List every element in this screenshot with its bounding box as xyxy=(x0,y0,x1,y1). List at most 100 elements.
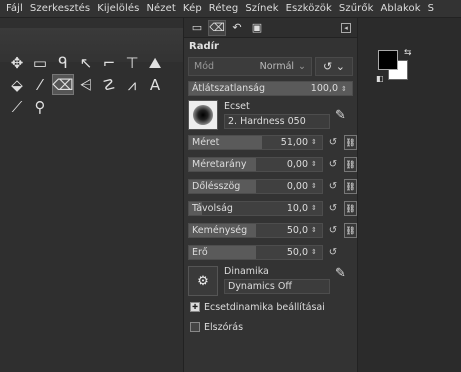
expand-icon[interactable]: ✚ xyxy=(190,302,200,312)
reset-icon[interactable]: ↺ xyxy=(326,203,340,214)
brush-col: Ecset 2. Hardness 050 xyxy=(224,101,330,129)
brush-preview[interactable] xyxy=(188,100,218,130)
opacity-slider[interactable]: Átlátszatlanság 100,0 ⇕ xyxy=(188,81,353,96)
rect-select-icon[interactable]: ▭ xyxy=(29,52,51,73)
zoom-icon[interactable]: ⚲ xyxy=(29,96,51,117)
prop-row: Távolság 10,0 ⇕ ↺ ⛓ xyxy=(184,198,357,218)
eraser-icon[interactable]: ⌫ xyxy=(52,74,74,95)
scatter-checkbox[interactable] xyxy=(190,322,200,332)
tab-images-icon[interactable]: ▣ xyxy=(248,20,266,36)
prop-slider[interactable]: Erő 50,0 ⇕ xyxy=(188,244,323,260)
mode-value: Normál xyxy=(259,60,295,72)
dynamics-col: Dinamika Dynamics Off xyxy=(224,266,330,294)
menu-item[interactable]: Réteg xyxy=(209,3,239,14)
menu-item[interactable]: Eszközök xyxy=(286,3,332,14)
prop-value: 10,0 xyxy=(286,202,308,214)
tab-tool-options-icon[interactable]: ⌫ xyxy=(208,19,226,36)
tool-grid: ✥ ▭ ᑫ ↖ ⌐ ⊤ ⛰ ⬙ ⁄ ⌫ ⩤ ☡ ⩘ A ⟋ ⚲ xyxy=(6,52,167,118)
menu-item[interactable]: S xyxy=(428,3,434,14)
dock-tabs: ▭ ⌫ ↶ ▣ ◂ xyxy=(184,18,357,38)
mode-select[interactable]: Mód Normál ⌄ xyxy=(188,56,312,76)
tab-tool-presets-icon[interactable]: ▭ xyxy=(188,20,206,36)
prop-slider[interactable]: Keménység 50,0 ⇕ xyxy=(188,222,323,238)
spinner-icon[interactable]: ⇕ xyxy=(311,248,320,256)
scatter-row[interactable]: Elszórás xyxy=(184,318,357,336)
brush-props: Méret 51,00 ⇕ ↺ ⛓ Méretarány 0,00 ⇕ ↺ ⛓ Dőlésszög 0… xyxy=(184,132,357,262)
dynamics-row: ⚙ Dinamika Dynamics Off ✎ xyxy=(184,266,357,296)
menu-item[interactable]: Színek xyxy=(245,3,278,14)
reset-icon[interactable]: ↺ xyxy=(326,159,340,170)
prop-row: Erő 50,0 ⇕ ↺ xyxy=(184,242,357,262)
menubar: Fájl Szerkesztés Kijelölés Nézet Kép Réteg Szí… xyxy=(0,0,461,18)
paths-icon[interactable]: ⩘ xyxy=(121,74,143,95)
swap-colors-icon[interactable]: ⇆ xyxy=(404,48,412,58)
move-icon[interactable]: ✥ xyxy=(6,52,28,73)
brush-name-field[interactable]: 2. Hardness 050 xyxy=(224,114,330,129)
paintbrush-icon[interactable]: ⁄ xyxy=(29,74,51,95)
chevron-down-icon: ⌄ xyxy=(298,60,306,72)
mode-reset-button[interactable]: ↺ ⌄ xyxy=(315,56,353,76)
spinner-icon[interactable]: ⇕ xyxy=(341,85,350,93)
brush-row: Ecset 2. Hardness 050 ✎ xyxy=(184,100,357,130)
menu-item[interactable]: Szerkesztés xyxy=(30,3,90,14)
unified-transform-icon[interactable]: ⊤ xyxy=(121,52,143,73)
reset-icon: ↺ xyxy=(323,59,333,73)
warp-icon[interactable]: ⛰ xyxy=(144,52,166,73)
bucket-fill-icon[interactable]: ⬙ xyxy=(6,74,28,95)
toolbox: ✥ ▭ ᑫ ↖ ⌐ ⊤ ⛰ ⬙ ⁄ ⌫ ⩤ ☡ ⩘ A ⟋ ⚲ xyxy=(0,18,183,372)
menu-item[interactable]: Kép xyxy=(183,3,202,14)
prop-row: Méretarány 0,00 ⇕ ↺ ⛓ xyxy=(184,154,357,174)
menu-item[interactable]: Ablakok xyxy=(380,3,420,14)
mode-row: Mód Normál ⌄ ↺ ⌄ xyxy=(184,55,357,77)
dynamics-preview[interactable]: ⚙ xyxy=(188,266,218,296)
color-picker-icon[interactable]: ⟋ xyxy=(6,96,28,117)
link-icon[interactable]: ⛓ xyxy=(344,134,357,150)
crop-icon[interactable]: ⌐ xyxy=(98,52,120,73)
opacity-value: 100,0 xyxy=(310,83,338,94)
tool-title: Radír xyxy=(189,41,219,52)
menu-item[interactable]: Nézet xyxy=(146,3,175,14)
tool-options-dock: ▭ ⌫ ↶ ▣ ◂ Radír Mód Normál ⌄ ↺ ⌄ Átlátsz… xyxy=(183,18,358,372)
prop-value: 51,00 xyxy=(280,136,308,148)
spinner-icon[interactable]: ⇕ xyxy=(311,138,320,146)
prop-slider[interactable]: Dőlésszög 0,00 ⇕ xyxy=(188,178,323,194)
reset-icon[interactable]: ↺ xyxy=(326,137,340,148)
reset-icon[interactable]: ↺ xyxy=(326,247,340,258)
foreground-color-swatch[interactable] xyxy=(378,50,398,70)
prop-slider[interactable]: Távolság 10,0 ⇕ xyxy=(188,200,323,216)
smudge-icon[interactable]: ☡ xyxy=(98,74,120,95)
menu-item[interactable]: Fájl xyxy=(6,3,23,14)
edit-dynamics-icon[interactable]: ✎ xyxy=(335,266,353,281)
dock-menu-icon[interactable]: ◂ xyxy=(341,22,351,33)
prop-label: Méret xyxy=(192,136,220,148)
spinner-icon[interactable]: ⇕ xyxy=(311,204,320,212)
dynamics-icon: ⚙ xyxy=(197,273,209,289)
fuzzy-select-icon[interactable]: ↖ xyxy=(75,52,97,73)
spinner-icon[interactable]: ⇕ xyxy=(311,160,320,168)
reset-icon[interactable]: ↺ xyxy=(326,225,340,236)
chevron-down-icon: ⌄ xyxy=(335,59,345,73)
link-icon[interactable]: ⛓ xyxy=(344,200,357,216)
edit-brush-icon[interactable]: ✎ xyxy=(335,108,353,123)
prop-row: Méret 51,00 ⇕ ↺ ⛓ xyxy=(184,132,357,152)
dynamics-name-field[interactable]: Dynamics Off xyxy=(224,279,330,294)
brush-dot xyxy=(193,105,213,125)
reset-icon[interactable]: ↺ xyxy=(326,181,340,192)
spinner-icon[interactable]: ⇕ xyxy=(311,226,320,234)
spinner-icon[interactable]: ⇕ xyxy=(311,182,320,190)
link-icon[interactable]: ⛓ xyxy=(344,178,357,194)
menu-item[interactable]: Kijelölés xyxy=(97,3,139,14)
text-tool-icon[interactable]: A xyxy=(144,74,166,95)
default-colors-icon[interactable]: ◧ xyxy=(376,74,384,83)
prop-slider[interactable]: Méretarány 0,00 ⇕ xyxy=(188,156,323,172)
lasso-icon[interactable]: ᑫ xyxy=(52,52,74,73)
menu-item[interactable]: Szűrők xyxy=(339,3,374,14)
dynamics-settings-row[interactable]: ✚ Ecsetdinamika beállításai xyxy=(184,298,357,316)
dynamics-settings-label: Ecsetdinamika beállításai xyxy=(204,301,325,313)
tab-undo-icon[interactable]: ↶ xyxy=(228,20,246,36)
dynamics-caption: Dinamika xyxy=(224,266,269,277)
link-icon[interactable]: ⛓ xyxy=(344,156,357,172)
clone-icon[interactable]: ⩤ xyxy=(75,74,97,95)
prop-slider[interactable]: Méret 51,00 ⇕ xyxy=(188,134,323,150)
mode-label: Mód xyxy=(194,60,215,72)
